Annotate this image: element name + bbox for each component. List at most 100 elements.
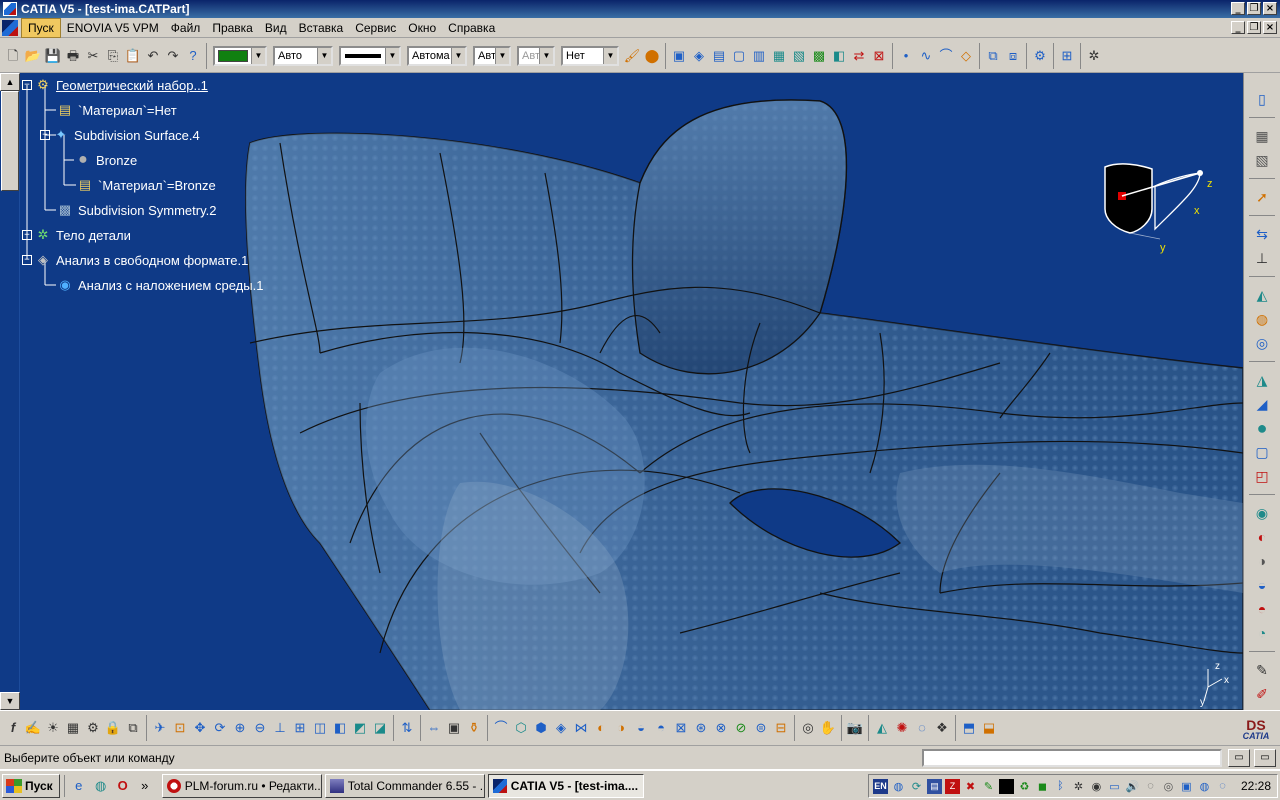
point-icon[interactable]: • <box>897 47 915 65</box>
join-icon[interactable]: ◰ <box>1251 465 1273 487</box>
tree-item-subdivision-symmetry[interactable]: ▩ Subdivision Symmetry.2 <box>56 199 217 221</box>
analysis-icon[interactable]: ◉ <box>1251 502 1273 524</box>
fs-split-icon[interactable]: ⊟ <box>772 719 790 737</box>
fs-blend-icon[interactable]: ◈ <box>552 719 570 737</box>
mapping-icon[interactable]: ◔ <box>1251 622 1273 644</box>
tree-item-material-none[interactable]: ▤ `Материал`=Нет <box>56 99 177 121</box>
ie-icon[interactable]: e <box>71 778 87 794</box>
tree-item-material-bronze[interactable]: ▤ `Материал`=Bronze <box>76 174 216 196</box>
dynamic-hidden-icon[interactable]: ▥ <box>750 47 768 65</box>
opera-icon[interactable]: O <box>115 778 131 794</box>
restore-button[interactable]: ❐ <box>1247 2 1261 15</box>
cut-icon[interactable]: ✂ <box>84 47 102 65</box>
wireframe-icon[interactable]: ▢ <box>730 47 748 65</box>
collapse-icon[interactable]: − <box>40 130 50 140</box>
painter-icon[interactable]: 🖌 <box>623 47 641 65</box>
menu-window[interactable]: Окно <box>402 19 442 37</box>
sweep-icon[interactable]: ◎ <box>1251 332 1273 354</box>
shading-edges-icon[interactable]: ◈ <box>690 47 708 65</box>
tray-cd-icon[interactable]: ◉ <box>1089 779 1104 794</box>
tray-nvidia-icon[interactable]: ◼ <box>1035 779 1050 794</box>
transparency-combo[interactable]: Авто ▼ <box>273 45 333 66</box>
document-icon[interactable] <box>2 19 18 36</box>
fly-mode-icon[interactable]: ✈ <box>151 719 169 737</box>
extrude-icon[interactable]: ◭ <box>1251 284 1273 306</box>
tray-window-icon[interactable]: ▭ <box>1107 779 1122 794</box>
undo-icon[interactable]: ↶ <box>144 47 162 65</box>
taskbar-task-opera[interactable]: PLM-forum.ru • Редакти... <box>161 773 322 798</box>
tree-scrollbar[interactable]: ▲ ▼ <box>0 73 20 710</box>
draft-analysis-icon[interactable]: ◐ <box>1251 526 1273 548</box>
command-cancel-button[interactable]: ▭ <box>1254 748 1276 767</box>
snap-icon[interactable]: ⧉ <box>984 47 1002 65</box>
tray-app4-icon[interactable]: ◌ <box>1215 779 1230 794</box>
dimension-icon[interactable]: ⇆ <box>1251 223 1273 245</box>
shading-icon[interactable]: ▣ <box>670 47 688 65</box>
scene-icon[interactable]: ❖ <box>933 719 951 737</box>
apply-material-icon[interactable]: ⬒ <box>960 719 978 737</box>
fs-styling-icon[interactable]: ◑ <box>612 719 630 737</box>
menu-insert[interactable]: Вставка <box>293 19 350 37</box>
fs-trim-icon[interactable]: ⊜ <box>752 719 770 737</box>
bluetooth-icon[interactable]: ᛒ <box>1053 779 1068 794</box>
grid-icon[interactable]: ⊞ <box>1058 47 1076 65</box>
tray-globe-icon[interactable]: ◌ <box>1143 779 1158 794</box>
multi-view-icon[interactable]: ⊞ <box>291 719 309 737</box>
tree-item-subdivision-surface[interactable]: − ✦ Subdivision Surface.4 <box>40 124 200 146</box>
tree-item-bronze[interactable]: ● Bronze <box>74 149 137 171</box>
start-button[interactable]: Пуск <box>2 773 60 798</box>
curve-icon[interactable]: ∿ <box>917 47 935 65</box>
browser-icon[interactable]: ◍ <box>93 778 109 794</box>
normal-view-icon[interactable]: ⊥ <box>271 719 289 737</box>
table-icon[interactable]: ▦ <box>64 719 82 737</box>
close-button[interactable]: × <box>1263 2 1277 15</box>
line-type-combo[interactable]: Автома ▼ <box>407 45 467 66</box>
new-icon[interactable]: 🗋 <box>4 47 22 65</box>
menu-file[interactable]: Файл <box>165 19 207 37</box>
fill-color-combo[interactable]: ▼ <box>213 45 267 66</box>
measure-icon[interactable]: ✐ <box>1251 683 1273 705</box>
lock-icon[interactable]: 🔒 <box>104 719 122 737</box>
copy-icon[interactable]: ⎘ <box>104 47 122 65</box>
tree-item-part-body[interactable]: + ✲ Тело детали <box>22 224 131 246</box>
knowledge-icon[interactable]: ⚙ <box>84 719 102 737</box>
highlight-lines-icon[interactable]: ◓ <box>1251 598 1273 620</box>
fs-extrude-icon[interactable]: ◒ <box>632 719 650 737</box>
arc-icon[interactable]: ⌒ <box>937 47 955 65</box>
doc-restore-button[interactable]: ❐ <box>1247 21 1261 34</box>
menu-tools[interactable]: Сервис <box>349 19 402 37</box>
taskbar-task-catia[interactable]: CATIA V5 - [test-ima.... <box>487 773 644 798</box>
texture-icon[interactable]: ⬓ <box>980 719 998 737</box>
fs-patch-icon[interactable]: ⬢ <box>532 719 550 737</box>
custom-view-icon[interactable]: ▧ <box>790 47 808 65</box>
measure-item-icon[interactable]: ▣ <box>445 719 463 737</box>
hand-icon[interactable]: ✋ <box>819 719 837 737</box>
shading-material-icon[interactable]: ▦ <box>770 47 788 65</box>
parameters-icon[interactable]: ⧉ <box>124 719 142 737</box>
paste-icon[interactable]: 📋 <box>124 47 142 65</box>
revolve-icon[interactable]: ◍ <box>1251 308 1273 330</box>
speaker-icon[interactable]: 🔊 <box>1125 779 1140 794</box>
tree-item-environment-mapping[interactable]: ◉ Анализ с наложением среды.1 <box>56 274 263 296</box>
shading-mode-icon[interactable]: ◩ <box>351 719 369 737</box>
robot-icon[interactable]: ✲ <box>1085 47 1103 65</box>
shading-with-material-icon[interactable]: ▩ <box>810 47 828 65</box>
redo-icon[interactable]: ↷ <box>164 47 182 65</box>
fs-deform-icon[interactable]: ⊛ <box>692 719 710 737</box>
box-icon[interactable]: ▢ <box>1251 441 1273 463</box>
hardware-icon[interactable]: ▤ <box>926 778 942 794</box>
light-icon[interactable]: ☀ <box>44 719 62 737</box>
tray-app2-icon[interactable]: ▣ <box>1179 779 1194 794</box>
light-source-icon[interactable]: ✺ <box>893 719 911 737</box>
collapse-icon[interactable]: − <box>22 80 32 90</box>
fs-curve-icon[interactable]: ⌒ <box>492 719 510 737</box>
menu-edit[interactable]: Правка <box>206 19 259 37</box>
environment-render-icon[interactable]: ◌ <box>913 719 931 737</box>
fit-all-icon[interactable]: ⊡ <box>171 719 189 737</box>
menu-view[interactable]: Вид <box>259 19 293 37</box>
fs-fill-icon[interactable]: ◐ <box>592 719 610 737</box>
fs-match-icon[interactable]: ⋈ <box>572 719 590 737</box>
curvature-icon[interactable]: ◑ <box>1251 550 1273 572</box>
tree-item-freestyle-analysis[interactable]: − ◈ Анализ в свободном формате.1 <box>22 249 248 271</box>
annotation-icon[interactable]: ✍ <box>24 719 42 737</box>
